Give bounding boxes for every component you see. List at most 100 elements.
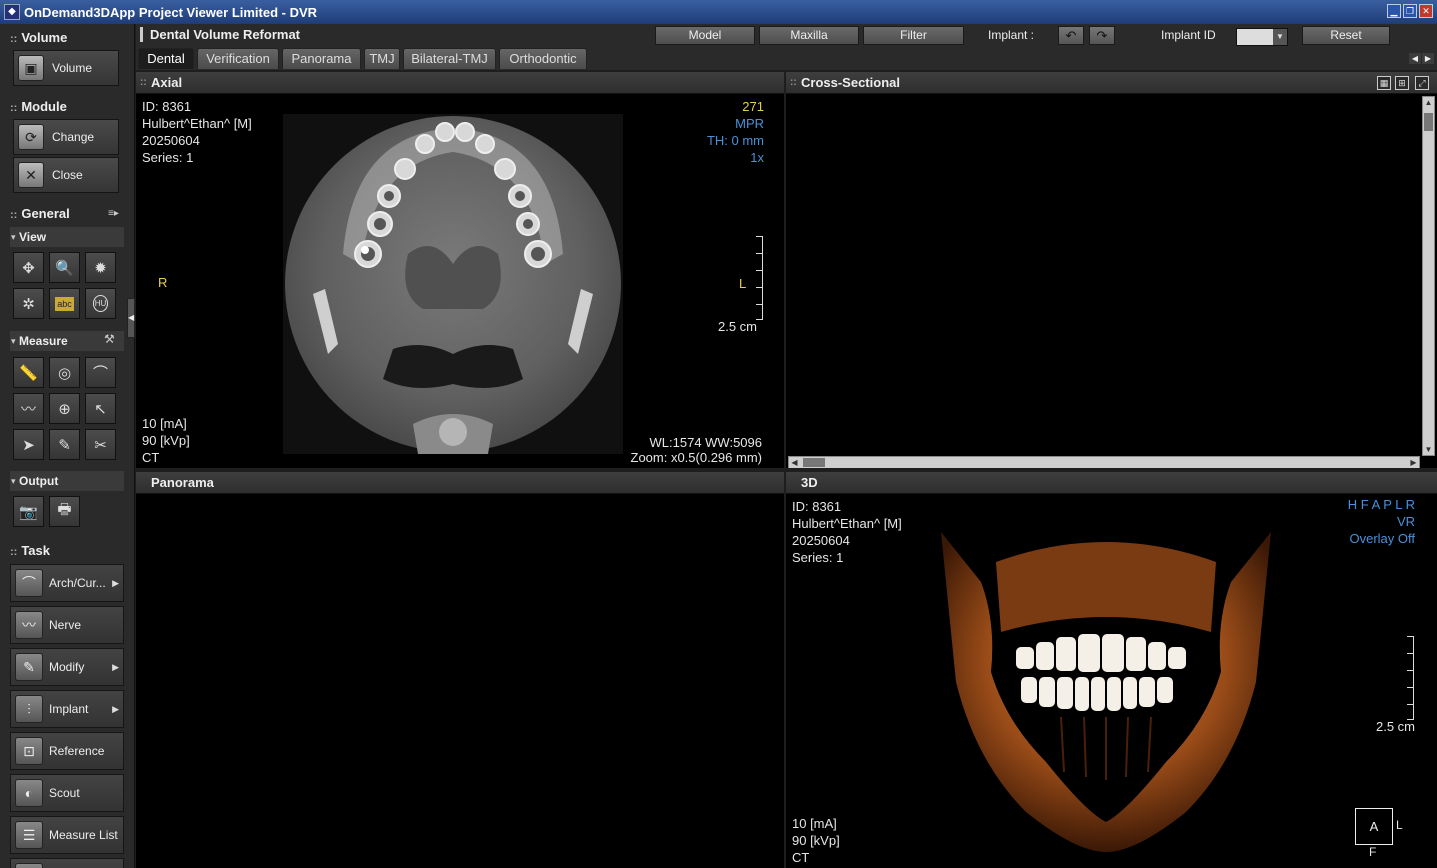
axial-ct-image <box>283 114 623 454</box>
horizontal-scrollbar[interactable]: ◀ ▶ <box>788 456 1420 468</box>
panorama-viewport[interactable]: Panorama <box>136 472 784 868</box>
scroll-left-icon[interactable]: ◀ <box>789 457 800 468</box>
scout-icon: ◐ <box>15 779 43 807</box>
scale-ruler <box>1406 636 1414 720</box>
ruler-icon[interactable]: 📏 <box>13 357 44 388</box>
axial-viewport[interactable]: :: Axial ID: 8361 Hulbert^Ethan^ [M] 202… <box>136 72 784 468</box>
tab-dental[interactable]: Dental <box>138 48 194 69</box>
reset-button[interactable]: Reset <box>1302 26 1390 45</box>
layout-grid-icon[interactable]: ▦ <box>1377 76 1391 90</box>
orientation-presets[interactable]: H F A P L R <box>1348 496 1415 513</box>
select-icon[interactable]: ➤ <box>13 429 44 460</box>
task-arch-curve-button[interactable]: ⌒ Arch/Cur... ▶ <box>10 564 124 602</box>
tab-tmj[interactable]: TMJ <box>364 48 400 69</box>
camera-icon[interactable]: 📷 <box>13 496 44 527</box>
chevron-down-icon: ▼ <box>1273 29 1287 45</box>
task-more-button[interactable]: ▸ <box>10 858 124 868</box>
change-module-icon: ⟳ <box>18 124 44 150</box>
redo-icon[interactable]: ↷ <box>1089 26 1115 45</box>
close-module-button[interactable]: ✕ Close <box>13 157 119 193</box>
close-icon[interactable]: ✕ <box>1419 4 1433 18</box>
submenu-arrow-icon: ▶ <box>112 703 119 714</box>
module-title: Dental Volume Reformat <box>140 27 300 42</box>
scroll-down-icon[interactable]: ▼ <box>1423 444 1434 455</box>
minimize-icon[interactable]: ▁ <box>1387 4 1401 18</box>
view-subsection-title[interactable]: View <box>10 227 124 247</box>
reference-icon: ⊡ <box>15 737 43 765</box>
tab-orthodontic[interactable]: Orthodontic <box>499 48 587 69</box>
implant-icon: ⫶ <box>15 695 43 723</box>
restore-icon[interactable]: ❐ <box>1403 4 1417 18</box>
hu-value-icon[interactable]: HU <box>85 288 116 319</box>
task-label: Measure List <box>49 828 118 842</box>
task-modify-button[interactable]: ✎ Modify ▶ <box>10 648 124 686</box>
angle-icon[interactable]: ⌒ <box>85 357 116 388</box>
rotate-icon[interactable]: ✲ <box>13 288 44 319</box>
window-title: OnDemand3DApp Project Viewer Limited - D… <box>24 4 318 20</box>
volume-cube-icon: ▣ <box>18 55 44 81</box>
tab-verification[interactable]: Verification <box>197 48 279 69</box>
volume-section-title: Volume <box>10 30 67 45</box>
orientation-cube-bottom: F <box>1369 845 1377 859</box>
maximize-icon[interactable]: ⤢ <box>1415 76 1429 90</box>
axial-render-info: MPR TH: 0 mm 1x <box>706 116 764 165</box>
window-level-icon[interactable]: ✹ <box>85 252 116 283</box>
task-scout-button[interactable]: ◐ Scout <box>10 774 124 812</box>
module-section-title: Module <box>10 99 67 114</box>
layout-quad-icon[interactable]: ⊞ <box>1395 76 1409 90</box>
axial-header: :: Axial <box>136 72 784 94</box>
scroll-right-icon[interactable]: ▶ <box>1408 457 1419 468</box>
grip-icon: :: <box>140 77 147 88</box>
tape-measure-icon[interactable]: ◎ <box>49 357 80 388</box>
axial-title: Axial <box>151 75 183 90</box>
general-menu-icon[interactable]: ≡▸ <box>108 208 119 219</box>
vertical-scrollbar[interactable]: ▲ ▼ <box>1422 96 1435 456</box>
model-button[interactable]: Model <box>655 26 755 45</box>
tab-scroll-left-icon[interactable]: ◀ <box>1409 53 1421 64</box>
cross-sectional-viewport[interactable]: :: Cross-Sectional ▦ ⊞ ⤢ ▲ ▼ ◀ ▶ <box>786 72 1437 468</box>
tab-bilateral-tmj[interactable]: Bilateral-TMJ <box>403 48 496 69</box>
overlay-toggle[interactable]: Overlay Off <box>1348 530 1415 547</box>
zoom-icon[interactable]: 🔍 <box>49 252 80 283</box>
task-nerve-button[interactable]: 〰 Nerve <box>10 606 124 644</box>
print-icon[interactable]: 🖶 <box>49 496 80 527</box>
implant-id-select[interactable]: ▼ <box>1236 28 1288 46</box>
axial-slice-number: 271 <box>742 99 764 114</box>
profile-icon[interactable]: 〰 <box>13 393 44 424</box>
task-reference-button[interactable]: ⊡ Reference <box>10 732 124 770</box>
task-implant-button[interactable]: ⫶ Implant ▶ <box>10 690 124 728</box>
arrow-annotation-icon[interactable]: ↖ <box>85 393 116 424</box>
3d-acquisition-info: 10 [mA] 90 [kVp] CT <box>792 816 840 865</box>
scrollbar-thumb[interactable] <box>1424 113 1433 131</box>
collapse-panel-handle[interactable]: ◀ <box>127 298 135 338</box>
3d-viewport[interactable]: 3D ID: 8361 Hulbert^Ethan^ [M] 20250604 … <box>786 472 1437 868</box>
undo-icon[interactable]: ↶ <box>1058 26 1084 45</box>
tab-panorama[interactable]: Panorama <box>282 48 361 69</box>
measure-settings-icon[interactable]: ⚒ <box>104 332 115 346</box>
tab-scroll-right-icon[interactable]: ▶ <box>1422 53 1434 64</box>
task-label: Implant <box>49 702 89 716</box>
text-annotation-icon[interactable]: abc <box>49 288 80 319</box>
scroll-up-icon[interactable]: ▲ <box>1423 97 1434 108</box>
maxilla-button[interactable]: Maxilla <box>759 26 859 45</box>
change-module-button[interactable]: ⟳ Change <box>13 119 119 155</box>
axial-patient-info: ID: 8361 Hulbert^Ethan^ [M] 20250604 Ser… <box>142 99 252 165</box>
eraser-icon[interactable]: ✎ <box>49 429 80 460</box>
orientation-cube-right: L <box>1396 818 1403 832</box>
pan-icon[interactable]: ✥ <box>13 252 44 283</box>
app-window: ◆ OnDemand3DApp Project Viewer Limited -… <box>0 0 1437 868</box>
output-subsection-title[interactable]: Output <box>10 471 124 491</box>
implant-label: Implant : <box>988 28 1035 42</box>
task-label: Modify <box>49 660 85 674</box>
delete-icon[interactable]: ✂ <box>85 429 116 460</box>
3d-patient-info: ID: 8361 Hulbert^Ethan^ [M] 20250604 Ser… <box>792 499 902 565</box>
area-icon[interactable]: ⊕ <box>49 393 80 424</box>
task-measure-list-button[interactable]: ☰ Measure List <box>10 816 124 854</box>
scale-ruler <box>755 236 763 320</box>
volume-button[interactable]: ▣ Volume <box>13 50 119 86</box>
filter-button[interactable]: Filter <box>863 26 964 45</box>
scrollbar-thumb[interactable] <box>803 458 825 467</box>
submenu-arrow-icon: ▶ <box>112 577 119 588</box>
orientation-cube[interactable]: A <box>1355 808 1393 845</box>
panorama-header: Panorama <box>136 472 784 494</box>
